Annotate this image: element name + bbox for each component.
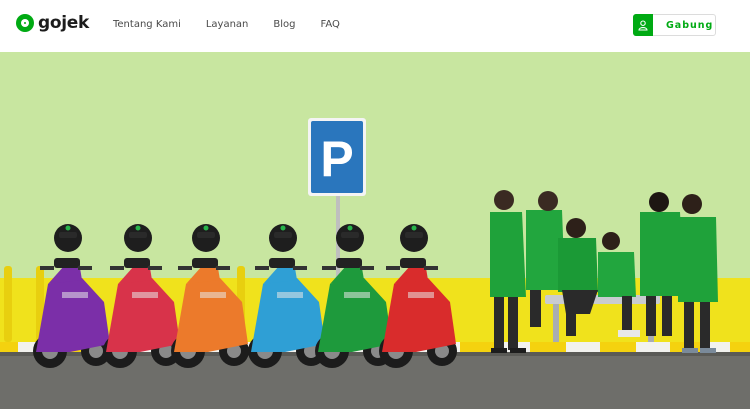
gojek-logo[interactable]: gojek <box>16 13 89 33</box>
nav-layanan[interactable]: Layanan <box>206 18 249 32</box>
logo-text: gojek <box>38 13 90 33</box>
site-header: gojek Tentang Kami Layanan Blog FAQ Gabu… <box>0 0 750 52</box>
hero-banner: P <box>0 52 750 409</box>
join-label: Gabung <box>666 19 714 31</box>
main-nav: Tentang Kami Layanan Blog FAQ <box>113 18 365 32</box>
join-button[interactable]: Gabung <box>633 14 716 36</box>
nav-faq[interactable]: FAQ <box>321 18 340 32</box>
gojek-logo-icon <box>16 14 34 32</box>
nav-tentang-kami[interactable]: Tentang Kami <box>113 18 181 32</box>
nav-blog[interactable]: Blog <box>273 18 295 32</box>
hero-image: P <box>0 52 750 409</box>
wall <box>0 52 750 282</box>
parking-sign-letter: P <box>320 131 353 187</box>
user-icon <box>633 14 653 36</box>
